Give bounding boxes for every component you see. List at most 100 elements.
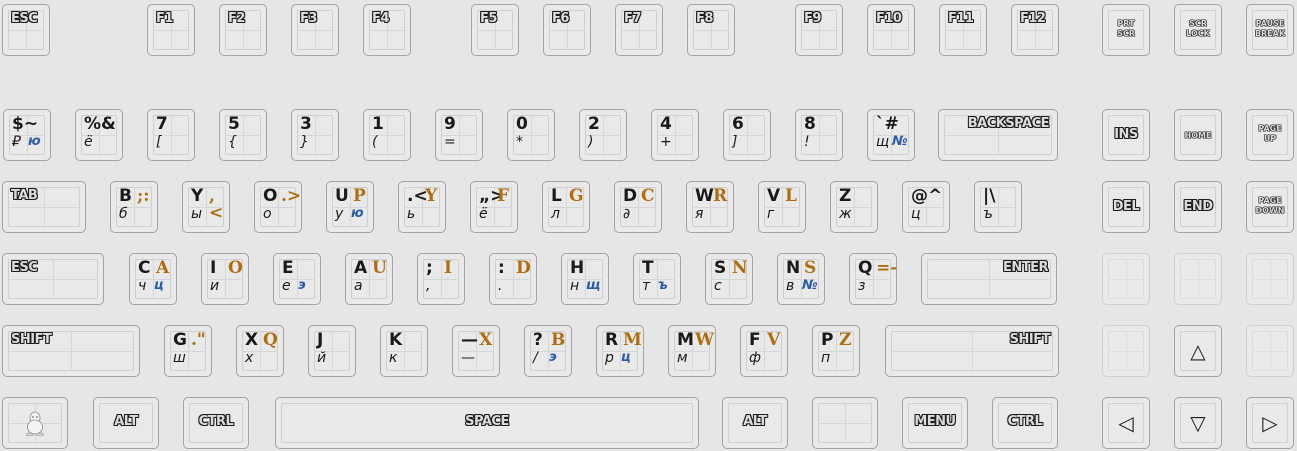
key-char[interactable]: IOи (201, 253, 249, 305)
key-char[interactable]: WRя (686, 181, 734, 233)
key-pause-break[interactable]: PAUSE BREAK (1246, 4, 1294, 56)
key-char[interactable]: Hнщ (561, 253, 609, 305)
key-char[interactable]: „> Fё (470, 181, 518, 233)
key-char[interactable]: XQх (236, 325, 284, 377)
key-char[interactable]: CAчц (129, 253, 177, 305)
key-label-bottom: BREAK (1254, 29, 1286, 38)
key-ctrl-right[interactable]: CTRL (992, 397, 1058, 449)
key-char[interactable]: UPую (326, 181, 374, 233)
key-shift-left[interactable]: SHIFT (2, 325, 140, 377)
key-primary-glyph: ? (533, 330, 543, 350)
key-f12[interactable]: F12 (1011, 4, 1059, 56)
key-shift-right[interactable]: SHIFT (885, 325, 1059, 377)
key-esc[interactable]: ESC (2, 4, 50, 56)
key-char[interactable]: SNс (705, 253, 753, 305)
key-char[interactable]: — X — (452, 325, 500, 377)
key-f6[interactable]: F6 (543, 4, 591, 56)
key-label: SHIFT (11, 332, 52, 347)
key-secondary-glyph: U (372, 258, 387, 278)
key-scroll-lock[interactable]: SCR LOCK (1174, 4, 1222, 56)
key-delete[interactable]: DEL (1102, 181, 1150, 233)
key-insert[interactable]: INS (1102, 109, 1150, 161)
key-cyrillic-glyph: ф (749, 350, 761, 366)
key-char[interactable]: 6] (723, 109, 771, 161)
key-char[interactable]: $~ ₽ ю (3, 109, 51, 161)
key-primary-glyph: E (282, 258, 294, 278)
key-print-screen[interactable]: PRT SCR (1102, 4, 1150, 56)
key-char[interactable]: 3} (291, 109, 339, 161)
key-primary-glyph: K (389, 330, 403, 350)
key-char[interactable]: AUа (345, 253, 393, 305)
key-char[interactable]: Y ,< ы (182, 181, 230, 233)
key-char[interactable]: ? B / э (524, 325, 572, 377)
key-char[interactable]: Kк (380, 325, 428, 377)
key-arrow-down[interactable]: ▽ (1174, 397, 1222, 449)
key-char[interactable]: : D. (489, 253, 537, 305)
key-caps-esc[interactable]: ESC (2, 253, 104, 305)
key-char[interactable]: 5{ (219, 109, 267, 161)
key-char[interactable]: Tтъ (633, 253, 681, 305)
key-f7[interactable]: F7 (615, 4, 663, 56)
arrow-right-icon: ▷ (1262, 411, 1278, 435)
key-char[interactable]: Eеэ (273, 253, 321, 305)
key-char[interactable]: Jй (308, 325, 356, 377)
key-char[interactable]: .< Yь (398, 181, 446, 233)
key-alt-right[interactable]: ALT (722, 397, 788, 449)
key-char[interactable]: G ." ш (164, 325, 212, 377)
key-f11[interactable]: F11 (939, 4, 987, 56)
key-char[interactable]: |\ ъ (974, 181, 1022, 233)
key-f10[interactable]: F10 (867, 4, 915, 56)
key-char[interactable]: N Sв № (777, 253, 825, 305)
key-char[interactable]: ; I, (417, 253, 465, 305)
key-char[interactable]: Zж (830, 181, 878, 233)
key-super[interactable] (2, 397, 68, 449)
key-primary-glyph: |\ (983, 186, 996, 206)
key-enter[interactable]: ENTER (921, 253, 1057, 305)
key-f9[interactable]: F9 (795, 4, 843, 56)
key-secondary-glyph: D (516, 258, 531, 278)
key-char[interactable]: 4 + (651, 109, 699, 161)
key-cyrillic-glyph: и (210, 278, 220, 294)
key-char[interactable]: B;: б (110, 181, 158, 233)
key-label: F9 (804, 11, 821, 26)
key-char[interactable]: FVф (740, 325, 788, 377)
key-char[interactable]: Q =- з (849, 253, 897, 305)
key-char[interactable]: MWм (668, 325, 716, 377)
key-home[interactable]: HOME (1174, 109, 1222, 161)
key-char[interactable]: `# щ № (867, 109, 915, 161)
key-char[interactable]: 1( (363, 109, 411, 161)
key-f3[interactable]: F3 (291, 4, 339, 56)
key-tab[interactable]: TAB (2, 181, 86, 233)
key-blank[interactable] (812, 397, 878, 449)
key-backspace[interactable]: BACKSPACE (938, 109, 1058, 161)
key-arrow-left[interactable]: ◁ (1102, 397, 1150, 449)
key-char[interactable]: RMрц (596, 325, 644, 377)
key-char[interactable]: 2) (579, 109, 627, 161)
key-arrow-right[interactable]: ▷ (1246, 397, 1294, 449)
key-f8[interactable]: F8 (687, 4, 735, 56)
key-menu[interactable]: MENU (902, 397, 968, 449)
key-char[interactable]: 8! (795, 109, 843, 161)
key-char[interactable]: VLг (758, 181, 806, 233)
key-ctrl-left[interactable]: CTRL (183, 397, 249, 449)
key-page-up[interactable]: PAGE UP (1246, 109, 1294, 161)
key-f2[interactable]: F2 (219, 4, 267, 56)
key-f1[interactable]: F1 (147, 4, 195, 56)
key-alt-left[interactable]: ALT (93, 397, 159, 449)
key-page-down[interactable]: PAGE DOWN (1246, 181, 1294, 233)
key-primary-glyph: Y (191, 186, 204, 206)
key-char[interactable]: O .> о (254, 181, 302, 233)
key-char[interactable]: D C ∂ (614, 181, 662, 233)
key-space[interactable]: SPACE (275, 397, 699, 449)
key-char[interactable]: 7[ (147, 109, 195, 161)
key-arrow-up[interactable]: △ (1174, 325, 1222, 377)
key-char[interactable]: 9 = (435, 109, 483, 161)
key-char[interactable]: @^ ц (902, 181, 950, 233)
key-f5[interactable]: F5 (471, 4, 519, 56)
key-char[interactable]: LGл (542, 181, 590, 233)
key-char[interactable]: 0 * (507, 109, 555, 161)
key-char[interactable]: PZп (812, 325, 860, 377)
key-end[interactable]: END (1174, 181, 1222, 233)
key-char[interactable]: %& ё (75, 109, 123, 161)
key-f4[interactable]: F4 (363, 4, 411, 56)
